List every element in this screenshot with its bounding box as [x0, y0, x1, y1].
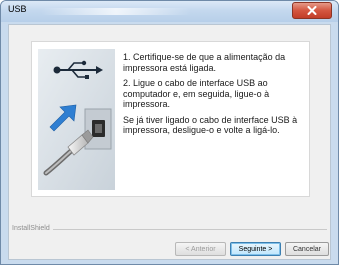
close-button[interactable] — [292, 2, 332, 19]
footer-separator — [12, 229, 327, 230]
step-2-text: 2. Ligue o cabo de interface USB ao comp… — [123, 78, 270, 109]
title-bar: USB — [1, 1, 338, 22]
installer-window: USB 1. Certifique-se de que a alimentaçã… — [0, 0, 339, 265]
installshield-label: InstallShield — [12, 225, 53, 232]
instructions: 1. Certifique-se de que a alimentação da… — [123, 52, 309, 141]
instruction-panel: 1. Certifique-se de que a alimentação da… — [31, 41, 310, 197]
window-title: USB — [8, 4, 27, 14]
back-button[interactable]: < Anterior — [175, 242, 226, 256]
next-button[interactable]: Seguinte > — [230, 242, 281, 256]
reconnect-note: Se já tiver ligado o cabo de interface U… — [123, 114, 298, 136]
dialog-body: 1. Certifique-se de que a alimentação da… — [8, 24, 331, 260]
step-1-text: 1. Certifique-se de que a alimentação da… — [123, 52, 286, 73]
cancel-button[interactable]: Cancelar — [285, 242, 329, 256]
close-icon — [307, 6, 317, 15]
usb-connection-illustration — [38, 49, 115, 190]
title-glow — [41, 8, 191, 15]
